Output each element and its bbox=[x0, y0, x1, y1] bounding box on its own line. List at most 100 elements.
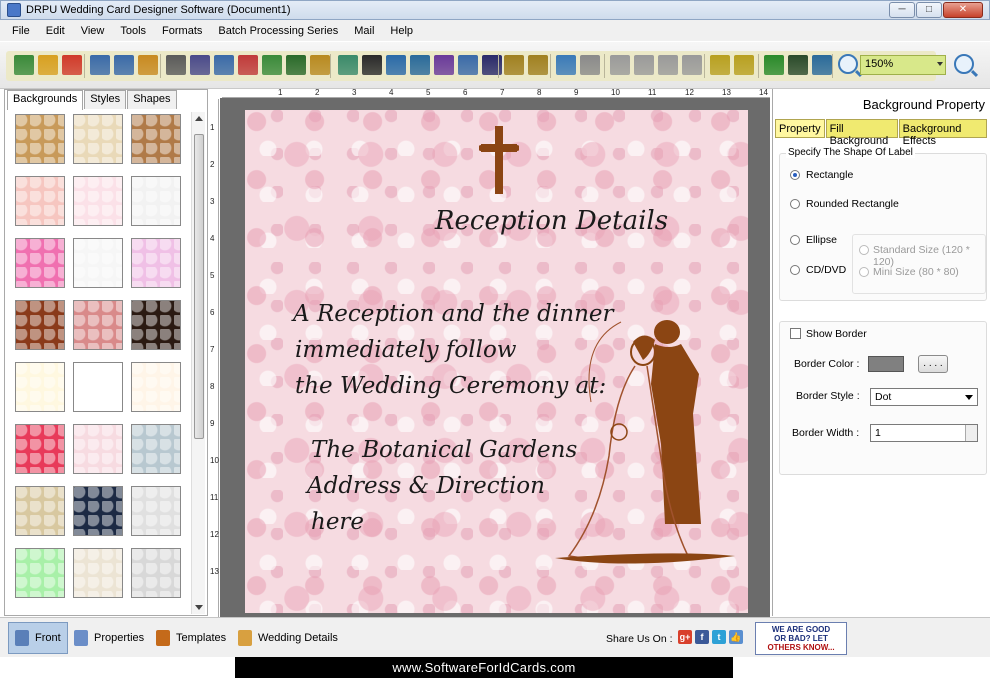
show-border-checkbox[interactable] bbox=[790, 328, 801, 339]
card-heading[interactable]: Reception Details bbox=[245, 206, 748, 236]
border-style-select[interactable]: Dot bbox=[870, 388, 978, 406]
signature-icon[interactable] bbox=[434, 55, 454, 75]
background-thumbnail[interactable] bbox=[131, 176, 181, 226]
print-icon[interactable] bbox=[190, 55, 210, 75]
radio-rectangle[interactable] bbox=[790, 170, 800, 180]
database2-icon[interactable] bbox=[528, 55, 548, 75]
google-plus-icon[interactable]: g+ bbox=[678, 630, 692, 644]
shapes-icon[interactable] bbox=[310, 55, 330, 75]
card-venue-2[interactable]: Address & Direction bbox=[307, 468, 545, 504]
delete-icon[interactable] bbox=[682, 55, 702, 75]
menu-mail[interactable]: Mail bbox=[346, 25, 382, 37]
background-thumbnail[interactable] bbox=[73, 300, 123, 350]
copy-icon[interactable] bbox=[610, 55, 630, 75]
scroll-up-icon[interactable] bbox=[195, 116, 203, 121]
background-thumbnail[interactable] bbox=[73, 176, 123, 226]
menu-batch-processing[interactable]: Batch Processing Series bbox=[210, 25, 346, 37]
minimize-button[interactable]: ─ bbox=[889, 2, 915, 18]
cut-icon[interactable] bbox=[658, 55, 678, 75]
feedback-banner[interactable]: WE ARE GOOD OR BAD? LET OTHERS KNOW... bbox=[755, 622, 847, 655]
tab-background-effects[interactable]: Background Effects bbox=[898, 119, 987, 147]
background-thumbnail[interactable] bbox=[131, 424, 181, 474]
bring-front-icon[interactable] bbox=[710, 55, 730, 75]
background-thumbnail[interactable] bbox=[15, 486, 65, 536]
tab-wedding-details[interactable]: Wedding Details bbox=[232, 622, 344, 654]
stepper-arrows-icon[interactable] bbox=[965, 425, 977, 441]
menu-tools[interactable]: Tools bbox=[112, 25, 154, 37]
scroll-down-icon[interactable] bbox=[195, 605, 203, 610]
tab-properties[interactable]: Properties bbox=[68, 622, 150, 654]
new-icon[interactable] bbox=[14, 55, 34, 75]
tab-property[interactable]: Property bbox=[775, 119, 825, 138]
twitter-icon[interactable]: t bbox=[712, 630, 726, 644]
send-back-icon[interactable] bbox=[734, 55, 754, 75]
undo-icon[interactable] bbox=[556, 55, 576, 75]
barcode-icon[interactable] bbox=[362, 55, 382, 75]
watermark-icon[interactable] bbox=[338, 55, 358, 75]
background-thumbnail[interactable] bbox=[73, 486, 123, 536]
radio-cd-dvd[interactable] bbox=[790, 265, 800, 275]
open-icon[interactable] bbox=[38, 55, 58, 75]
wedding-card[interactable]: Reception Details A Reception and the di… bbox=[245, 110, 748, 613]
grid-icon[interactable] bbox=[764, 55, 784, 75]
background-thumbnail[interactable] bbox=[73, 238, 123, 288]
zoom-out-icon[interactable] bbox=[954, 54, 974, 74]
border-width-stepper[interactable]: 1 bbox=[870, 424, 978, 442]
background-thumbnail[interactable] bbox=[131, 300, 181, 350]
background-thumbnail[interactable] bbox=[15, 424, 65, 474]
fit-icon[interactable] bbox=[812, 55, 832, 75]
line-icon[interactable] bbox=[482, 55, 502, 75]
background-thumbnail[interactable] bbox=[131, 548, 181, 598]
redo-icon[interactable] bbox=[580, 55, 600, 75]
background-thumbnail[interactable] bbox=[73, 548, 123, 598]
export-icon[interactable] bbox=[138, 55, 158, 75]
like-icon[interactable]: 👍 bbox=[729, 630, 743, 644]
tab-styles[interactable]: Styles bbox=[84, 90, 127, 109]
close-doc-icon[interactable] bbox=[62, 55, 82, 75]
background-thumbnail[interactable] bbox=[15, 300, 65, 350]
radio-mini-size[interactable] bbox=[859, 267, 869, 277]
background-thumbnail[interactable] bbox=[131, 486, 181, 536]
maximize-button[interactable]: □ bbox=[916, 2, 942, 18]
add-image-icon[interactable] bbox=[262, 55, 282, 75]
facebook-icon[interactable]: f bbox=[695, 630, 709, 644]
border-color-swatch[interactable] bbox=[868, 356, 904, 372]
tab-fill-background[interactable]: Fill Background bbox=[825, 119, 898, 147]
left-panel-scrollbar[interactable] bbox=[191, 112, 205, 614]
image-icon[interactable] bbox=[410, 55, 430, 75]
database-icon[interactable] bbox=[504, 55, 524, 75]
tab-backgrounds[interactable]: Backgrounds bbox=[7, 90, 84, 110]
gift-icon[interactable] bbox=[238, 55, 258, 75]
properties-icon[interactable] bbox=[166, 55, 186, 75]
background-thumbnail[interactable] bbox=[131, 238, 181, 288]
background-thumbnail[interactable] bbox=[15, 238, 65, 288]
save-as-icon[interactable] bbox=[114, 55, 134, 75]
menu-view[interactable]: View bbox=[73, 25, 113, 37]
radio-ellipse[interactable] bbox=[790, 235, 800, 245]
scroll-thumb[interactable] bbox=[194, 134, 204, 439]
print-preview-icon[interactable] bbox=[214, 55, 234, 75]
close-button[interactable]: ✕ bbox=[943, 2, 983, 18]
zoom-select[interactable]: 150% bbox=[860, 55, 946, 75]
tab-shapes[interactable]: Shapes bbox=[127, 90, 177, 109]
border-color-picker-button[interactable]: . . . . bbox=[918, 355, 948, 373]
background-thumbnail[interactable] bbox=[131, 362, 181, 412]
background-thumbnail[interactable] bbox=[73, 424, 123, 474]
background-thumbnail[interactable] bbox=[73, 362, 123, 412]
bride-groom-illustration[interactable] bbox=[535, 320, 740, 570]
paste-icon[interactable] bbox=[634, 55, 654, 75]
menu-edit[interactable]: Edit bbox=[38, 25, 73, 37]
radio-standard-size[interactable] bbox=[859, 245, 869, 255]
radio-rounded-rectangle[interactable] bbox=[790, 199, 800, 209]
background-thumbnail[interactable] bbox=[15, 176, 65, 226]
background-thumbnail[interactable] bbox=[15, 548, 65, 598]
card-venue-3[interactable]: here bbox=[311, 504, 364, 540]
card-line-2[interactable]: immediately follow bbox=[295, 332, 517, 368]
actual-size-icon[interactable] bbox=[788, 55, 808, 75]
save-icon[interactable] bbox=[90, 55, 110, 75]
text-icon[interactable] bbox=[386, 55, 406, 75]
tab-front[interactable]: Front bbox=[8, 622, 68, 654]
menu-file[interactable]: File bbox=[4, 25, 38, 37]
background-thumbnail[interactable] bbox=[73, 114, 123, 164]
background-thumbnail[interactable] bbox=[131, 114, 181, 164]
